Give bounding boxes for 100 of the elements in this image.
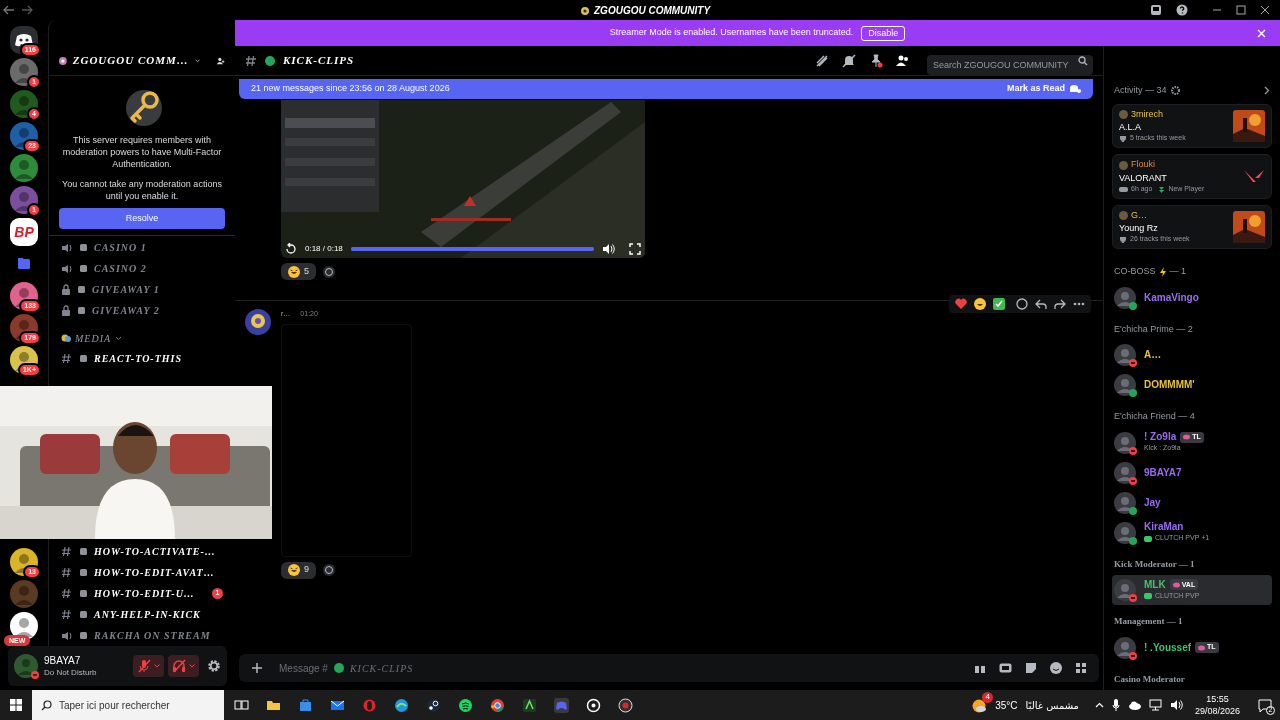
input-placeholder: Message #	[279, 661, 328, 676]
laughing-face-icon[interactable]	[974, 298, 986, 310]
inbox-icon[interactable]	[1150, 4, 1162, 16]
video-player[interactable]: 0:18 / 0:18	[281, 100, 645, 258]
category-title[interactable]: MEDIA	[75, 331, 112, 346]
member-name: A…	[1144, 349, 1162, 361]
start-icon[interactable]	[10, 699, 22, 711]
avatar-icon[interactable]	[245, 309, 271, 335]
chevron-right-icon[interactable]	[1264, 86, 1270, 96]
member-item[interactable]: A…	[1112, 340, 1272, 370]
forward-arrow-icon[interactable]	[21, 5, 33, 15]
member-name: DOMMMM'	[1144, 379, 1195, 391]
search-field[interactable]: Search ZGOUGOU COMMUNITY	[927, 54, 1093, 75]
record-icon[interactable]	[618, 697, 633, 713]
wave-icon[interactable]	[394, 697, 409, 713]
channel-item[interactable]: CASINO 1	[55, 237, 229, 258]
message-input[interactable]: Message # KICK-CLIPS	[239, 654, 1099, 682]
chevron-up-icon[interactable]	[1094, 702, 1104, 708]
microphone-icon[interactable]	[1111, 699, 1120, 711]
group-title: Management — 1	[1114, 615, 1183, 628]
speaker-icon	[61, 263, 73, 274]
member-name: Jay	[1144, 496, 1161, 509]
clock[interactable]: 15:55 29/08/2026	[1194, 693, 1240, 717]
mute-bell-icon[interactable]	[842, 53, 856, 68]
tag-icon	[1172, 581, 1180, 588]
thread-hash-icon	[61, 353, 73, 364]
volume-icon[interactable]	[1169, 699, 1183, 711]
network-icon[interactable]	[1148, 699, 1162, 711]
back-arrow-icon[interactable]	[3, 5, 15, 15]
reply-icon[interactable]	[1035, 298, 1047, 310]
close-icon[interactable]	[1260, 5, 1270, 15]
members-icon[interactable]	[896, 53, 910, 68]
server-icon[interactable]: BP	[10, 218, 38, 246]
member-item[interactable]: 9BAYA7	[1112, 457, 1272, 488]
window-title: ZGOUGOU COMMUNITY	[594, 4, 711, 18]
channel-item[interactable]: HOW-TO-EDIT-AVAT…	[55, 562, 229, 583]
volume-icon[interactable]	[602, 243, 615, 255]
member-item[interactable]: DOMMMM'	[1112, 370, 1272, 400]
replay-icon[interactable]	[285, 243, 297, 255]
cloud-icon[interactable]	[1127, 700, 1141, 710]
disable-button[interactable]: Disable	[861, 25, 906, 41]
add-reaction-icon[interactable]	[322, 563, 336, 577]
settings-icon[interactable]	[207, 659, 221, 673]
editor-icon[interactable]	[522, 697, 537, 713]
lock-icon	[61, 305, 71, 316]
server-icon[interactable]	[10, 90, 38, 118]
channel-item[interactable]: GIVEAWAY 1	[55, 279, 229, 300]
heart-icon[interactable]	[955, 298, 967, 310]
mark-as-read-button[interactable]: Mark as Read	[1006, 82, 1081, 96]
forward-icon[interactable]	[1054, 298, 1066, 310]
member-item[interactable]: Jay	[1112, 487, 1272, 518]
help-icon[interactable]	[1176, 4, 1188, 16]
add-reaction-icon[interactable]	[322, 264, 336, 279]
channel-item[interactable]: GIVEAWAY 2	[55, 300, 229, 321]
emoji-icon[interactable]	[1050, 662, 1062, 674]
gif-icon[interactable]	[999, 662, 1012, 674]
pin-icon[interactable]	[869, 53, 883, 68]
channel-item[interactable]: ANY-HELP-IN-KICK	[55, 604, 229, 625]
sticker-icon[interactable]	[1025, 662, 1037, 674]
activity-title: A.L.A	[1119, 121, 1142, 134]
member-item[interactable]: KamaVingo	[1112, 282, 1272, 313]
member-name: KamaVingo	[1144, 291, 1199, 304]
maximize-icon[interactable]	[1236, 5, 1246, 15]
new-messages-bar[interactable]: 21 new messages since 23:56 on 28 August 2026 Mark as Read	[239, 79, 1093, 99]
chevron-down-icon[interactable]	[194, 57, 200, 64]
speaker-icon	[61, 630, 73, 641]
avatar-icon	[1114, 491, 1136, 514]
weather-icon[interactable]	[972, 697, 988, 713]
add-icon[interactable]	[251, 662, 263, 674]
checkmark-icon[interactable]	[993, 298, 1005, 310]
store-icon[interactable]	[298, 697, 313, 713]
server-icon[interactable]	[10, 612, 38, 640]
apps-icon[interactable]	[1075, 662, 1087, 674]
avatar-icon	[1114, 286, 1136, 309]
channel-item[interactable]: REACT-TO-THIS	[55, 348, 229, 369]
browser-icon[interactable]	[490, 697, 505, 713]
avatar-icon	[1114, 636, 1136, 659]
reaction-button[interactable]: 9	[281, 561, 316, 579]
fullscreen-icon[interactable]	[629, 243, 641, 255]
add-reaction-icon[interactable]	[1016, 298, 1028, 310]
music-app-icon[interactable]	[458, 697, 473, 713]
ring-icon[interactable]	[362, 697, 377, 713]
laughing-face-icon	[288, 265, 300, 278]
channel-item[interactable]: HOW-TO-ACTIVATE-…	[55, 541, 229, 562]
deafen-button[interactable]	[168, 655, 199, 677]
more-icon[interactable]	[1073, 302, 1085, 306]
reaction-button[interactable]: 5	[281, 263, 316, 280]
channel-item[interactable]: CASINO 2	[55, 258, 229, 279]
steam-icon[interactable]	[426, 697, 441, 713]
resolve-button[interactable]: Resolve	[59, 208, 225, 229]
threads-icon[interactable]	[815, 53, 829, 68]
taskbar-search-field[interactable]: Taper ici pour rechercher	[32, 690, 224, 720]
username: 9BAYA7	[44, 654, 82, 667]
channel-item[interactable]: RAKCHA ON STREAM	[55, 625, 229, 646]
task-view-icon[interactable]	[234, 697, 249, 713]
notifications-icon[interactable]	[1258, 698, 1272, 712]
group-title: E'chicha Prime — 2	[1114, 322, 1193, 336]
chevron-down-icon[interactable]	[115, 336, 123, 341]
target-icon[interactable]	[586, 697, 601, 713]
mute-button[interactable]	[133, 655, 164, 677]
